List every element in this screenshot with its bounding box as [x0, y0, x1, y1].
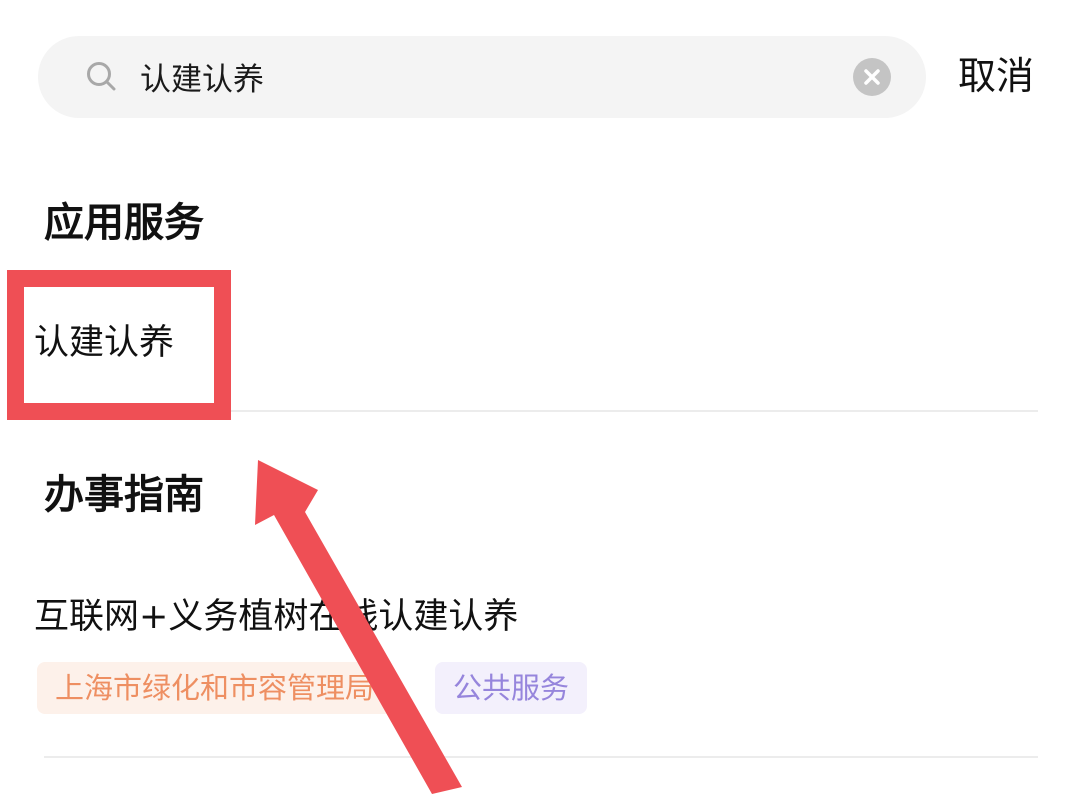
section-title-guides: 办事指南 [44, 472, 204, 518]
clear-icon [864, 69, 880, 85]
category-tag: 公共服务 [435, 662, 588, 714]
app-result-item[interactable]: 认建认养 [34, 318, 174, 368]
section-title-apps: 应用服务 [44, 200, 204, 246]
divider [44, 410, 1038, 412]
search-input[interactable] [140, 52, 820, 100]
department-tag: 上海市绿化和市容管理局 [37, 662, 393, 714]
divider [44, 756, 1038, 758]
clear-search-button[interactable] [853, 58, 891, 96]
search-icon [86, 61, 116, 91]
guide-result-title[interactable]: 互联网+义务植树在线认建认养 [34, 592, 518, 642]
cancel-button[interactable]: 取消 [958, 52, 1034, 100]
